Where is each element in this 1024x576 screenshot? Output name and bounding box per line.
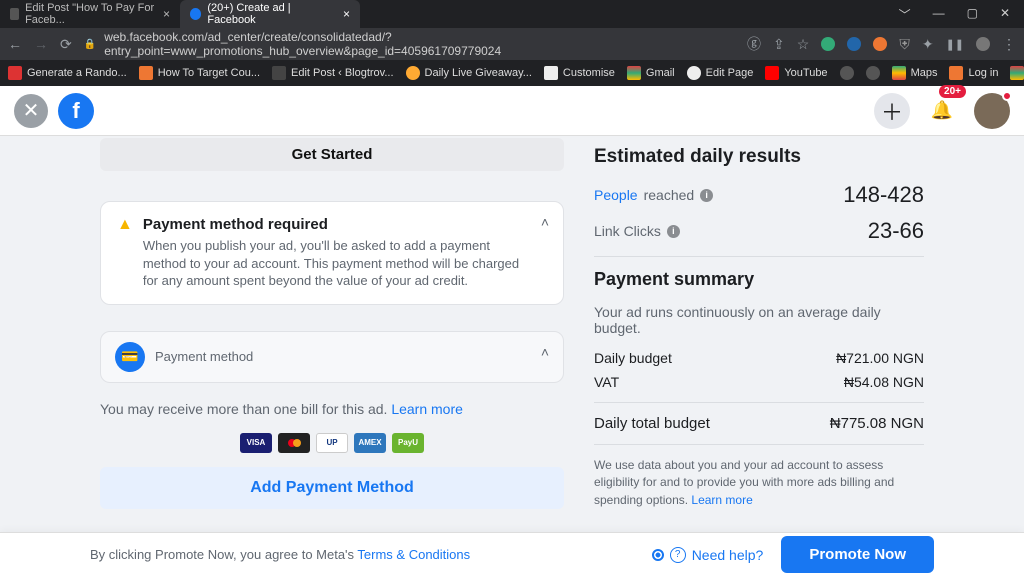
bookmark[interactable]: Gmail bbox=[1010, 66, 1024, 80]
back-icon[interactable]: ← bbox=[8, 36, 22, 52]
close-icon[interactable]: × bbox=[343, 7, 350, 21]
daily-budget-value: ₦721.00 NGN bbox=[836, 350, 924, 366]
bookmark[interactable]: Generate a Rando... bbox=[8, 66, 127, 80]
bookmark[interactable]: Daily Live Giveaway... bbox=[406, 66, 532, 80]
terms-link[interactable]: Terms & Conditions bbox=[357, 547, 470, 562]
bookmark[interactable] bbox=[866, 66, 880, 80]
notification-badge: 20+ bbox=[939, 85, 966, 98]
bookmark[interactable]: Edit Post ‹ Blogtrov... bbox=[272, 66, 394, 80]
close-icon[interactable]: ✕ bbox=[1000, 6, 1010, 23]
fb-header: ✕ f ＋ 🔔 20+ bbox=[0, 86, 1024, 136]
tab-label: Edit Post "How To Pay For Faceb... bbox=[25, 2, 155, 26]
payment-warning-card: ˄ ▲ Payment method required When you pub… bbox=[100, 201, 564, 305]
payment-summary-title: Payment summary bbox=[594, 269, 924, 290]
page-body: Get Started ˄ ▲ Payment method required … bbox=[0, 136, 1024, 532]
bookmark[interactable]: Edit Page bbox=[687, 66, 754, 80]
tab-label: (20+) Create ad | Facebook bbox=[207, 2, 335, 26]
total-budget-label: Daily total budget bbox=[594, 415, 710, 432]
promote-now-button[interactable]: Promote Now bbox=[781, 536, 934, 573]
menu-icon[interactable]: ⋮ bbox=[1002, 36, 1016, 53]
warning-title: Payment method required bbox=[143, 216, 523, 233]
card-icon: 💳 bbox=[115, 342, 145, 372]
people-reached-value: 148-428 bbox=[843, 182, 924, 208]
estimated-results-title: Estimated daily results bbox=[594, 146, 924, 168]
share-icon[interactable]: ⇪ bbox=[773, 36, 785, 53]
link-clicks-value: 23-66 bbox=[868, 218, 924, 244]
bell-icon: 🔔 bbox=[931, 100, 953, 121]
payu-icon: PayU bbox=[392, 433, 424, 453]
gtranslate-icon[interactable]: ⓖ bbox=[747, 34, 761, 54]
bookmark[interactable]: YouTube bbox=[765, 66, 827, 80]
info-icon[interactable]: i bbox=[667, 225, 680, 238]
radio-icon bbox=[652, 549, 664, 561]
payment-summary-subtitle: Your ad runs continuously on an average … bbox=[594, 304, 924, 336]
add-payment-method-button[interactable]: Add Payment Method bbox=[100, 467, 564, 509]
forward-icon[interactable]: → bbox=[34, 36, 48, 52]
url-field[interactable]: 🔒 web.facebook.com/ad_center/create/cons… bbox=[84, 30, 735, 58]
bookmark[interactable]: Log in bbox=[949, 66, 998, 80]
browser-titlebar: Edit Post "How To Pay For Faceb... × (20… bbox=[0, 0, 1024, 28]
bookmark[interactable] bbox=[840, 66, 854, 80]
learn-more-link[interactable]: Learn more bbox=[391, 401, 463, 417]
bookmarks-bar: Generate a Rando... How To Target Cou...… bbox=[0, 60, 1024, 86]
notifications-button[interactable]: 🔔 20+ bbox=[924, 93, 960, 129]
people-reached-label: People reached i bbox=[594, 187, 713, 203]
warning-description: When you publish your ad, you'll be aske… bbox=[143, 237, 523, 290]
left-column: Get Started ˄ ▲ Payment method required … bbox=[100, 136, 564, 532]
daily-budget-label: Daily budget bbox=[594, 350, 672, 366]
visa-icon: VISA bbox=[240, 433, 272, 453]
browser-tab[interactable]: Edit Post "How To Pay For Faceb... × bbox=[0, 0, 180, 28]
facebook-logo[interactable]: f bbox=[58, 93, 94, 129]
payment-method-label: Payment method bbox=[155, 349, 253, 364]
link-clicks-label: Link Clicks i bbox=[594, 223, 680, 239]
mastercard-icon bbox=[278, 433, 310, 453]
address-bar: ← → ⟳ 🔒 web.facebook.com/ad_center/creat… bbox=[0, 28, 1024, 60]
browser-tab-active[interactable]: (20+) Create ad | Facebook × bbox=[180, 0, 360, 28]
avatar[interactable] bbox=[974, 93, 1010, 129]
data-usage-note: We use data about you and your ad accoun… bbox=[594, 457, 924, 509]
pause-icon[interactable]: ❚❚ bbox=[946, 38, 964, 51]
shield-icon[interactable]: ⛨ bbox=[899, 36, 910, 53]
payment-method-section[interactable]: ˄ 💳 Payment method bbox=[100, 331, 564, 383]
footer: By clicking Promote Now, you agree to Me… bbox=[0, 532, 1024, 576]
billing-note: You may receive more than one bill for t… bbox=[100, 401, 564, 417]
window-controls: ﹀ — ▢ ✕ bbox=[899, 6, 1024, 23]
bookmark[interactable]: Gmail bbox=[627, 66, 675, 80]
chevron-up-icon[interactable]: ˄ bbox=[541, 214, 549, 230]
star-icon[interactable]: ☆ bbox=[797, 36, 810, 53]
total-budget-value: ₦775.08 NGN bbox=[830, 415, 924, 432]
unionpay-icon: UP bbox=[316, 433, 348, 453]
bookmark[interactable]: Maps bbox=[892, 66, 938, 80]
url-text: web.facebook.com/ad_center/create/consol… bbox=[104, 30, 735, 58]
footer-text: By clicking Promote Now, you agree to Me… bbox=[90, 547, 470, 562]
amex-icon: AMEX bbox=[354, 433, 386, 453]
payment-card-icons: VISA UP AMEX PayU bbox=[100, 433, 564, 453]
learn-more-link[interactable]: Learn more bbox=[691, 493, 752, 507]
right-column: Estimated daily results People reached i… bbox=[594, 136, 924, 532]
ext-icon[interactable] bbox=[847, 37, 861, 51]
bookmark[interactable]: How To Target Cou... bbox=[139, 66, 260, 80]
question-icon: ? bbox=[670, 547, 686, 563]
vat-label: VAT bbox=[594, 374, 619, 390]
need-help-link[interactable]: ? Need help? bbox=[652, 547, 764, 563]
chevron-up-icon[interactable]: ˄ bbox=[541, 344, 549, 360]
reload-icon[interactable]: ⟳ bbox=[60, 36, 72, 53]
create-button[interactable]: ＋ bbox=[874, 93, 910, 129]
vat-value: ₦54.08 NGN bbox=[844, 374, 924, 390]
profile-icon[interactable] bbox=[976, 37, 990, 51]
close-button[interactable]: ✕ bbox=[14, 94, 48, 128]
minimize-icon[interactable]: ﹀ bbox=[899, 6, 911, 23]
get-started-button[interactable]: Get Started bbox=[100, 138, 564, 171]
bookmark[interactable]: Customise bbox=[544, 66, 615, 80]
minimize-icon[interactable]: — bbox=[933, 6, 945, 23]
toolbar-right: ⓖ ⇪ ☆ ⛨ ✦ ❚❚ ⋮ bbox=[747, 34, 1016, 54]
info-icon[interactable]: i bbox=[700, 189, 713, 202]
maximize-icon[interactable]: ▢ bbox=[967, 6, 978, 23]
lock-icon: 🔒 bbox=[84, 39, 96, 50]
warning-icon: ▲ bbox=[117, 216, 133, 290]
ext-icon[interactable] bbox=[821, 37, 835, 51]
puzzle-icon[interactable]: ✦ bbox=[922, 36, 934, 53]
close-icon[interactable]: × bbox=[163, 7, 170, 21]
ext-icon[interactable] bbox=[873, 37, 887, 51]
